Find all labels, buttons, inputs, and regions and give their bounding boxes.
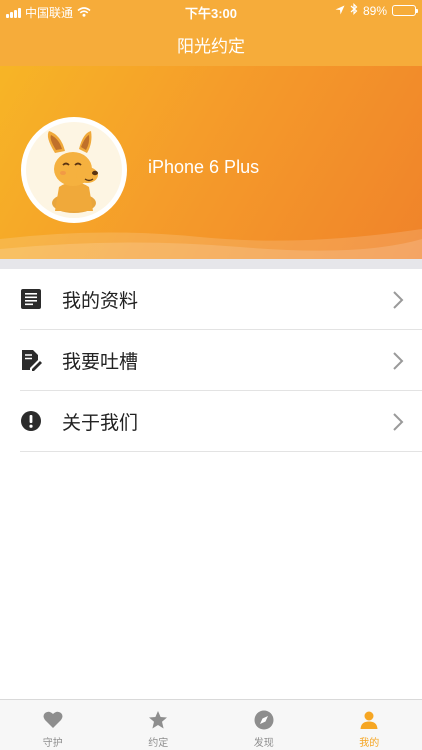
tab-discover[interactable]: 发现: [211, 700, 317, 750]
status-bar: 中国联通 下午3:00 89%: [0, 0, 422, 22]
document-icon: [20, 288, 42, 310]
compass-icon: [254, 710, 274, 730]
tab-label: 守护: [42, 738, 63, 749]
kangaroo-avatar-icon: [47, 131, 98, 213]
profile-screen: 中国联通 下午3:00 89% 阳光约定 iPhone 6 Plus 我的资料 …: [0, 0, 422, 750]
person-icon: [359, 710, 379, 730]
menu-item-feedback[interactable]: 我要吐槽: [20, 330, 422, 391]
page-title: 阳光约定: [177, 37, 245, 56]
location-arrow-icon: [335, 4, 345, 18]
tab-bar: 守护 约定 发现 我的: [0, 699, 422, 750]
heart-icon: [43, 710, 63, 730]
chevron-right-icon: [392, 412, 404, 437]
settings-menu: 我的资料 我要吐槽 关于我们: [0, 269, 422, 452]
tab-mine[interactable]: 我的: [317, 700, 422, 750]
tab-label: 约定: [148, 738, 169, 749]
menu-item-about[interactable]: 关于我们: [20, 391, 422, 452]
menu-item-label: 我要吐槽: [62, 351, 139, 373]
exclamation-icon: [20, 410, 42, 432]
menu-item-profile[interactable]: 我的资料: [20, 269, 422, 330]
username: iPhone 6 Plus: [148, 157, 260, 177]
star-icon: [148, 710, 168, 730]
section-divider: [0, 259, 422, 269]
tab-label: 我的: [359, 738, 380, 749]
menu-item-label: 我的资料: [62, 290, 139, 312]
battery-percent: 89%: [362, 3, 387, 18]
tab-promise[interactable]: 约定: [106, 700, 212, 750]
battery-icon: [392, 5, 418, 16]
avatar[interactable]: [21, 117, 127, 223]
tab-guard[interactable]: 守护: [0, 700, 106, 750]
profile-header: iPhone 6 Plus: [0, 66, 422, 259]
chevron-right-icon: [392, 290, 404, 315]
edit-note-icon: [20, 349, 42, 371]
bluetooth-icon: [350, 3, 358, 18]
chevron-right-icon: [392, 351, 404, 376]
top-bar: 中国联通 下午3:00 89% 阳光约定: [0, 0, 422, 66]
menu-item-label: 关于我们: [62, 412, 139, 434]
tab-label: 发现: [253, 738, 274, 749]
